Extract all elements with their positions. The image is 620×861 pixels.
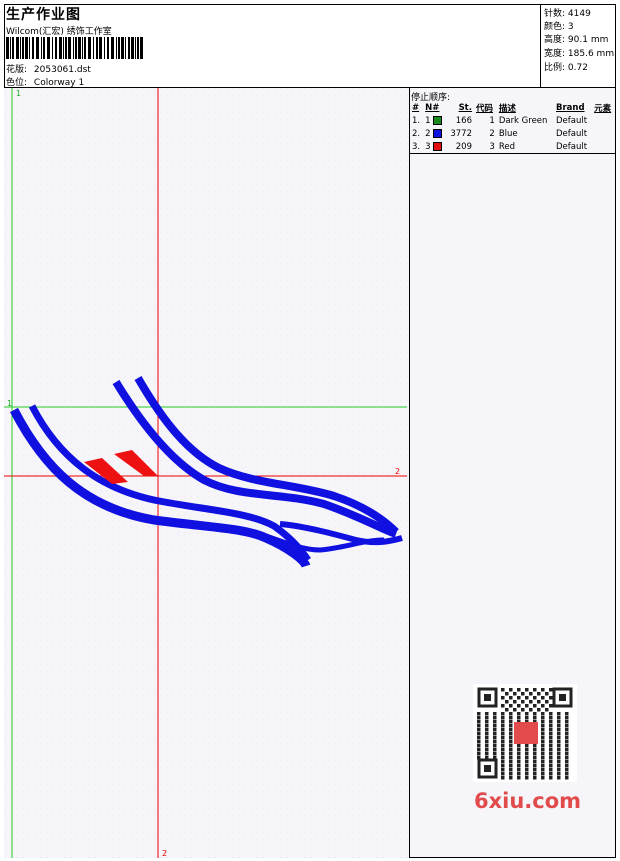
row-brand: Default: [556, 141, 588, 152]
col-needle: N#: [425, 102, 440, 113]
row-description: Blue: [498, 128, 518, 139]
page-title: 生产作业图: [6, 7, 81, 23]
stamp-logo: [514, 722, 538, 744]
guide-label-red-bottom: 2: [162, 849, 167, 858]
row-brand: Default: [556, 128, 588, 139]
colorway: 色位: Colorway 1: [6, 75, 84, 88]
colorway-value: Colorway 1: [33, 78, 85, 88]
stat-colors: 颜色: 3: [544, 22, 574, 32]
stop-table-header: # N# St. 代码 描述 Brand 元素: [410, 101, 615, 114]
panel-divider: [409, 88, 410, 858]
row-description: Dark Green: [498, 115, 548, 126]
stat-stitches: 针数: 4149: [544, 9, 591, 19]
qr-code-image: [473, 684, 577, 782]
company-name: Wilcom(汇宏) 绣饰工作室: [6, 27, 112, 37]
col-stitches: St.: [458, 102, 472, 113]
stop-table-rule: [410, 153, 616, 154]
watermark-text: 6xiu.com: [474, 789, 582, 813]
row-brand: Default: [556, 115, 588, 126]
row-code: 2: [489, 128, 495, 139]
row-code: 3: [489, 141, 495, 152]
row-needle: 3: [423, 140, 446, 153]
row-description: Red: [498, 141, 515, 152]
stop-sequence-table: # N# St. 代码 描述 Brand 元素 1. 1 166 1 Dark …: [410, 101, 615, 153]
col-element: 元素: [594, 103, 612, 114]
color-swatch: [433, 141, 443, 151]
row-stitches: 3772: [450, 128, 472, 139]
table-row: 2. 2 3772 2 Blue Default: [410, 127, 615, 140]
row-index: 2.: [412, 128, 421, 139]
col-description: 描述: [498, 103, 516, 114]
col-index: #: [412, 102, 420, 113]
row-index: 3.: [412, 141, 421, 152]
row-stitches: 209: [455, 141, 472, 152]
table-row: 1. 1 166 1 Dark Green Default: [410, 114, 615, 127]
guide-label-green-top: 1: [16, 89, 21, 98]
design-canvas: 1 1 2 2: [4, 88, 409, 858]
col-code: 代码: [475, 103, 493, 114]
row-element: [592, 114, 615, 127]
guide-label-green-left: 1: [7, 399, 12, 408]
stat-height: 高度: 90.1 mm: [544, 35, 609, 45]
barcode-image: [6, 37, 143, 59]
table-row: 3. 3 209 3 Red Default: [410, 140, 615, 153]
stat-width: 宽度: 185.6 mm: [544, 49, 615, 59]
row-needle: 2: [423, 127, 446, 140]
color-swatch: [433, 115, 443, 125]
row-needle: 1: [423, 114, 446, 127]
guide-label-red-right: 2: [395, 467, 400, 476]
row-stitches: 166: [455, 115, 472, 126]
row-index: 1.: [412, 115, 421, 126]
row-element: [592, 140, 615, 153]
row-element: [592, 127, 615, 140]
color-swatch: [433, 128, 443, 138]
design-file: 花版: 2053061.dst: [6, 62, 91, 75]
design-label: 花版:: [6, 65, 28, 75]
stats-panel: 针数: 4149 颜色: 3 高度: 90.1 mm 宽度: 185.6 mm …: [540, 4, 616, 88]
design-value: 2053061.dst: [33, 65, 91, 75]
colorway-label: 色位:: [6, 78, 28, 88]
row-code: 1: [489, 115, 495, 126]
stat-scale: 比例: 0.72: [544, 63, 588, 73]
col-brand: Brand: [556, 102, 585, 113]
